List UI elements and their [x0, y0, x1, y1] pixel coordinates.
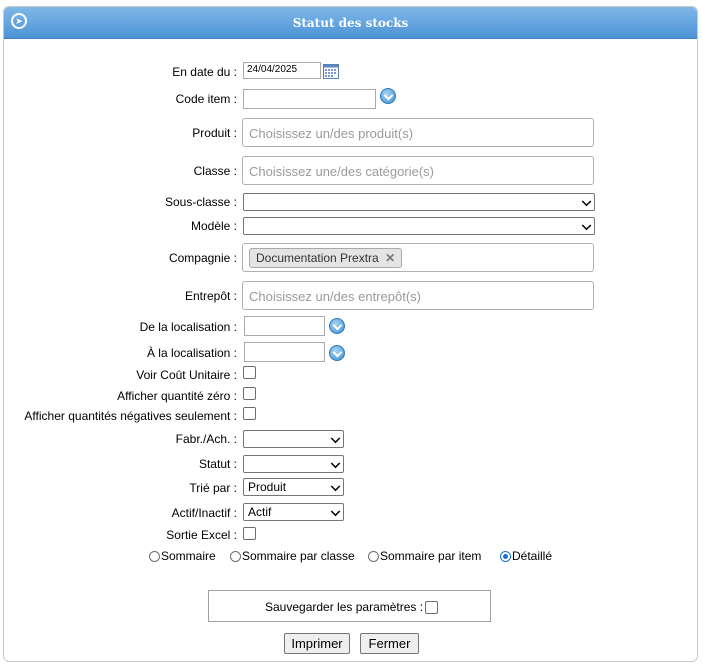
compagnie-tag: Documentation Prextra ✕ — [249, 248, 403, 268]
actif-inactif-label: Actif/Inactif : — [171, 506, 237, 520]
radio-sommaire-label: Sommaire — [161, 549, 216, 563]
compagnie-multiselect[interactable]: Documentation Prextra ✕ — [242, 243, 594, 272]
save-params-label: Sauvegarder les paramètres : — [265, 600, 424, 614]
entrepot-multiselect[interactable]: Choisissez un/des entrepôt(s) — [242, 281, 594, 310]
de-localisation-input[interactable] — [244, 316, 325, 336]
fabr-ach-select[interactable] — [243, 430, 344, 448]
radio-dot-selected[interactable] — [500, 550, 511, 562]
radio-sommaire-par-classe-label: Sommaire par classe — [242, 549, 355, 563]
afficher-negatives-label: Afficher quantités négatives seulement : — [24, 409, 237, 423]
actif-inactif-value: Actif — [248, 505, 272, 519]
chevron-down-icon — [330, 481, 341, 492]
chevron-down-icon — [330, 458, 341, 469]
remove-tag-icon[interactable]: ✕ — [385, 251, 395, 265]
sous-classe-label: Sous-classe : — [164, 195, 237, 209]
save-params-box: Sauvegarder les paramètres : — [208, 590, 491, 622]
chevron-down-icon — [330, 506, 341, 517]
a-localisation-input[interactable] — [244, 342, 325, 362]
afficher-zero-checkbox[interactable] — [243, 387, 256, 400]
radio-detaille[interactable]: Détaillé — [500, 549, 552, 563]
code-item-input[interactable] — [243, 89, 376, 109]
de-localisation-dropdown-icon[interactable] — [329, 318, 345, 334]
produit-label: Produit : — [192, 126, 237, 140]
voir-cout-checkbox[interactable] — [243, 366, 256, 379]
trie-par-label: Trié par : — [189, 481, 237, 495]
compagnie-label: Compagnie : — [168, 251, 237, 265]
afficher-negatives-checkbox[interactable] — [243, 407, 256, 420]
actif-inactif-select[interactable]: Actif — [243, 503, 344, 521]
radio-dot[interactable] — [149, 550, 160, 562]
chevron-down-icon — [581, 196, 592, 207]
radio-sommaire-par-classe[interactable]: Sommaire par classe — [230, 549, 355, 563]
code-item-label: Code item : — [175, 92, 237, 106]
title-bar: ➤ Statut des stocks — [4, 7, 697, 39]
afficher-zero-label: Afficher quantité zéro : — [117, 389, 237, 403]
statut-label: Statut : — [198, 457, 237, 471]
classe-multiselect[interactable]: Choisissez une/des catégorie(s) — [242, 156, 594, 185]
compagnie-tag-label: Documentation Prextra — [256, 251, 379, 265]
calendar-icon[interactable] — [323, 63, 339, 79]
sortie-excel-checkbox[interactable] — [243, 527, 256, 540]
statut-select[interactable] — [243, 455, 344, 473]
save-params-checkbox[interactable] — [425, 601, 438, 614]
radio-sommaire-par-item-label: Sommaire par item — [380, 549, 482, 563]
sortie-excel-label: Sortie Excel : — [166, 528, 237, 542]
print-button[interactable]: Imprimer — [284, 633, 350, 654]
produit-multiselect[interactable]: Choisissez un/des produit(s) — [242, 118, 594, 147]
radio-sommaire[interactable]: Sommaire — [149, 549, 216, 563]
trie-par-select[interactable]: Produit — [243, 478, 344, 496]
de-localisation-label: De la localisation : — [139, 320, 237, 334]
trie-par-value: Produit — [248, 480, 287, 494]
fabr-ach-label: Fabr./Ach. : — [175, 432, 237, 446]
page-title: Statut des stocks — [292, 16, 409, 30]
sous-classe-select[interactable] — [243, 193, 595, 211]
entrepot-label: Entrepôt : — [184, 289, 237, 303]
date-input[interactable]: 24/04/2025 — [243, 62, 321, 79]
a-localisation-label: À la localisation : — [146, 346, 237, 360]
close-button[interactable]: Fermer — [360, 633, 419, 654]
modele-label: Modèle : — [190, 219, 237, 233]
radio-detaille-label: Détaillé — [512, 549, 553, 563]
chevron-down-icon — [330, 433, 341, 444]
radio-sommaire-par-item[interactable]: Sommaire par item — [368, 549, 481, 563]
classe-label: Classe : — [193, 164, 237, 178]
modele-select[interactable] — [243, 217, 595, 235]
a-localisation-dropdown-icon[interactable] — [329, 345, 345, 361]
voir-cout-label: Voir Coût Unitaire : — [136, 368, 237, 382]
radio-dot[interactable] — [230, 550, 241, 562]
chevron-down-icon — [581, 220, 592, 231]
code-item-dropdown-icon[interactable] — [380, 88, 396, 104]
radio-dot[interactable] — [368, 550, 379, 562]
date-label: En date du : — [172, 65, 237, 79]
